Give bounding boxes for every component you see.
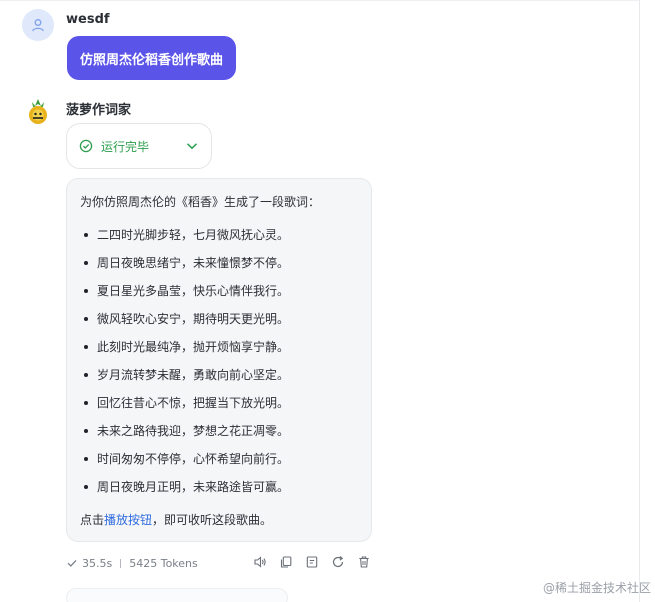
message-toolbar — [252, 554, 372, 570]
play-button-link[interactable]: 播放按钮 — [104, 513, 152, 527]
answer-outro: 点击播放按钮，即可收听这段歌曲。 — [80, 513, 273, 527]
run-status-label: 运行完毕 — [101, 139, 150, 154]
bot-name: 菠萝作词家 — [66, 103, 132, 118]
run-status-dropdown[interactable]: 运行完毕 — [66, 123, 212, 169]
person-icon — [32, 19, 44, 32]
next-message-card — [66, 588, 288, 602]
delete-icon[interactable] — [356, 554, 372, 570]
answer-card: 为你仿照周杰伦的《稻香》生成了一段歌词： 二四时光脚步轻，七月微风抚心灵。 周日… — [66, 178, 372, 542]
lyric-line: 周日夜晚思绪宁，未来憧憬梦不停。 — [80, 249, 359, 277]
user-message-bubble: 仿照周杰伦稻香创作歌曲 — [67, 36, 237, 80]
lyric-line: 周日夜晚月正明，未来路途皆可赢。 — [80, 473, 359, 501]
lyric-line: 此刻时光最纯净，抛开烦恼享宁静。 — [80, 333, 359, 361]
lyric-line: 夏日星光多晶莹，快乐心情伴我行。 — [80, 277, 359, 305]
pineapple-avatar-icon — [29, 99, 47, 124]
bot-avatar[interactable] — [22, 96, 54, 128]
watermark-text: @稀土掘金技术社区 — [542, 581, 651, 595]
lyric-line: 时间匆匆不停停，心怀希望向前行。 — [80, 445, 359, 473]
lyric-line: 二四时光脚步轻，七月微风抚心灵。 — [80, 221, 359, 249]
chevron-down-icon[interactable] — [185, 139, 199, 153]
panel-right-border — [639, 0, 640, 602]
lyrics-list: 二四时光脚步轻，七月微风抚心灵。 周日夜晚思绪宁，未来憧憬梦不停。 夏日星光多晶… — [80, 221, 359, 501]
user-name: wesdf — [66, 12, 110, 27]
response-meta: 35.5s 5425 Tokens — [66, 554, 198, 572]
panel-top-border — [0, 0, 640, 1]
lyric-line: 岁月流转梦未醒，勇敢向前心坚定。 — [80, 361, 359, 389]
lyric-line: 回忆往昔心不惊，把握当下放光明。 — [80, 389, 359, 417]
token-count: 5425 Tokens — [129, 556, 198, 570]
check-icon — [67, 559, 77, 567]
response-duration: 35.5s — [82, 556, 113, 570]
speaker-icon[interactable] — [252, 554, 268, 570]
user-avatar[interactable] — [22, 9, 54, 41]
check-circle-icon — [79, 139, 93, 153]
note-icon[interactable] — [304, 554, 320, 570]
copy-icon[interactable] — [278, 554, 294, 570]
answer-intro: 为你仿照周杰伦的《稻香》生成了一段歌词： — [80, 195, 321, 209]
lyric-line: 未来之路待我迎，梦想之花正凋零。 — [80, 417, 359, 445]
refresh-icon[interactable] — [330, 554, 346, 570]
lyric-line: 微风轻吹心安宁，期待明天更光明。 — [80, 305, 359, 333]
